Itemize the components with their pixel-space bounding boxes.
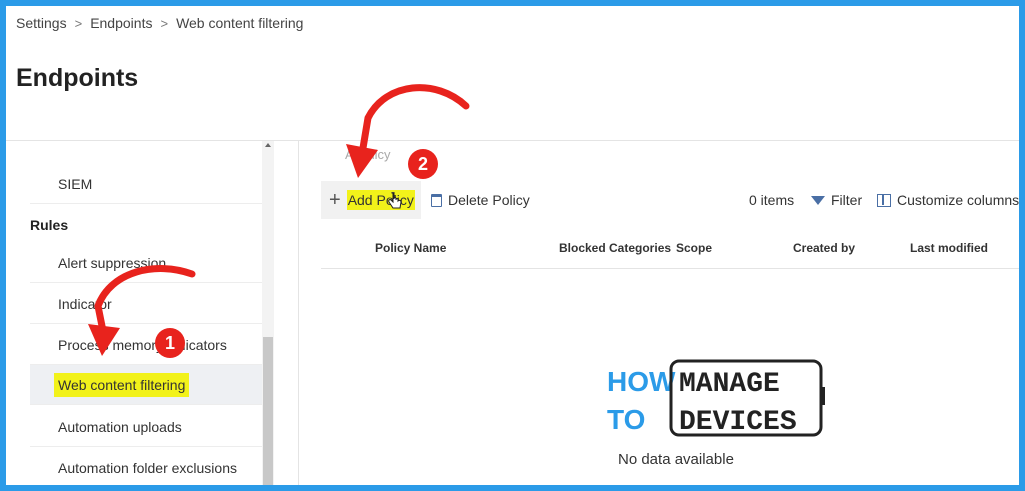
step-badge-2: 2 [408, 149, 438, 179]
hand-cursor-icon [388, 192, 402, 209]
app-window: Settings > Endpoints > Web content filte… [6, 6, 1019, 485]
arrow-1-head-icon [88, 324, 120, 356]
annotation-layer [88, 84, 470, 356]
arrow-1-icon [94, 265, 196, 340]
arrow-2-head-icon [346, 144, 378, 178]
arrow-2-icon [358, 84, 470, 158]
step-badge-1: 1 [155, 328, 185, 358]
